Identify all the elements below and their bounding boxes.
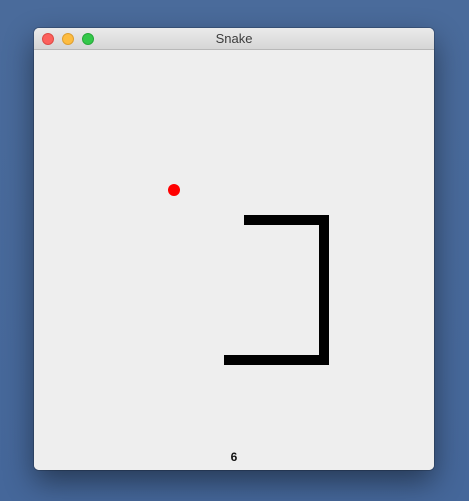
- snake-body: [224, 215, 329, 365]
- title-bar[interactable]: Snake: [34, 28, 434, 50]
- game-window: Snake 6: [34, 28, 434, 470]
- desktop-background: Snake 6: [0, 0, 469, 501]
- game-canvas: [168, 184, 329, 365]
- game-board[interactable]: [34, 50, 434, 470]
- food-pellet: [168, 184, 180, 196]
- score-display: 6: [230, 450, 238, 464]
- window-title: Snake: [215, 31, 253, 46]
